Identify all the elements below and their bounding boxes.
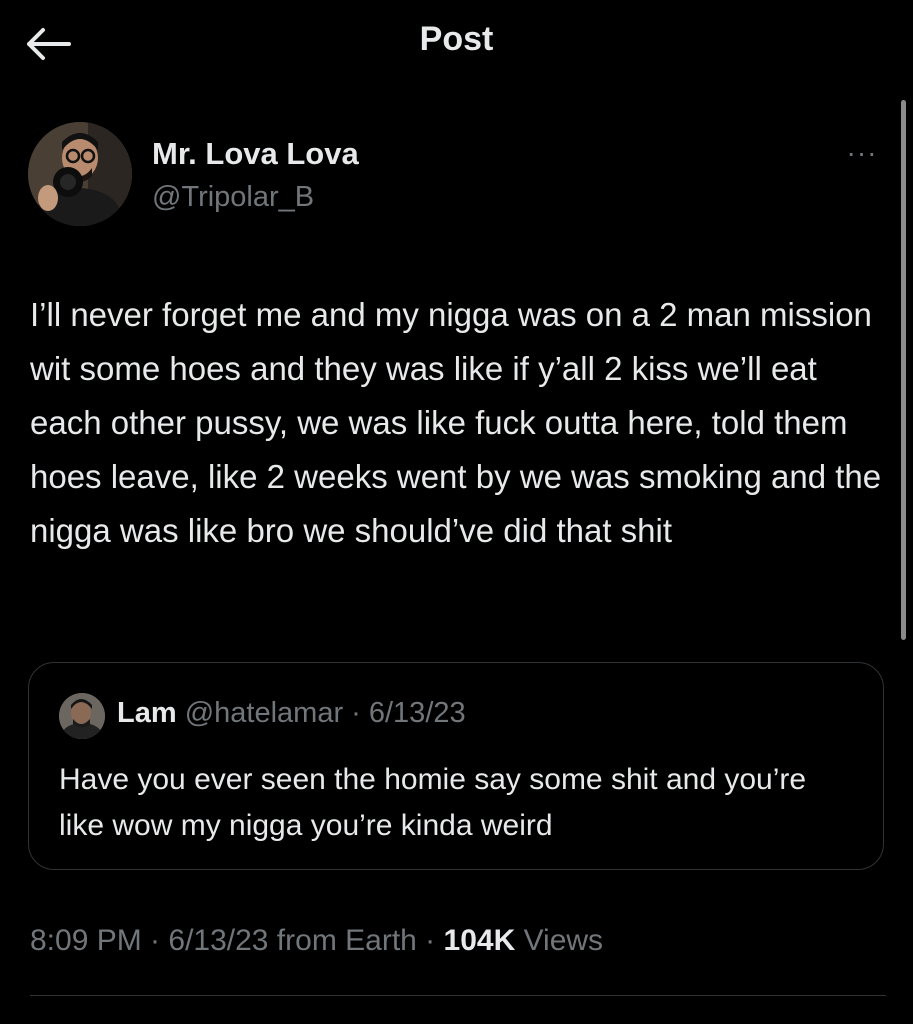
quote-avatar[interactable] xyxy=(59,693,105,739)
author-avatar[interactable] xyxy=(28,122,132,226)
quote-avatar-photo xyxy=(59,693,105,739)
top-bar: Post xyxy=(0,0,913,92)
more-options-button[interactable]: ··· xyxy=(836,137,888,168)
quote-handle-date-text: @hatelamar · 6/13/23 xyxy=(184,697,466,729)
tweet-text: I’ll never forget me and my nigga was on… xyxy=(30,296,882,549)
more-options-icon: ··· xyxy=(846,137,878,168)
avatar-photo xyxy=(28,122,132,226)
page-title: Post xyxy=(419,20,494,58)
author-display-name[interactable]: Mr. Lova Lova xyxy=(152,136,359,172)
author-handle[interactable]: @Tripolar_B xyxy=(152,181,314,214)
quote-handle-date: @hatelamar · 6/13/23 xyxy=(185,697,466,729)
divider xyxy=(30,995,886,996)
quoted-post-card[interactable]: Lam @hatelamar · 6/13/23 Have you ever s… xyxy=(28,662,884,870)
views-label: Views xyxy=(515,924,604,957)
quote-text: Have you ever seen the homie say some sh… xyxy=(59,763,807,842)
scrollbar[interactable] xyxy=(901,100,906,640)
quote-author-name[interactable]: Lam xyxy=(117,697,177,729)
views-count[interactable]: 104K xyxy=(444,924,516,957)
post-meta: 8:09 PM · 6/13/23 from Earth · 104K View… xyxy=(30,924,603,958)
quote-header: Lam @hatelamar · 6/13/23 xyxy=(117,697,466,730)
post-timestamp: 8:09 PM · 6/13/23 from Earth · xyxy=(30,924,444,957)
